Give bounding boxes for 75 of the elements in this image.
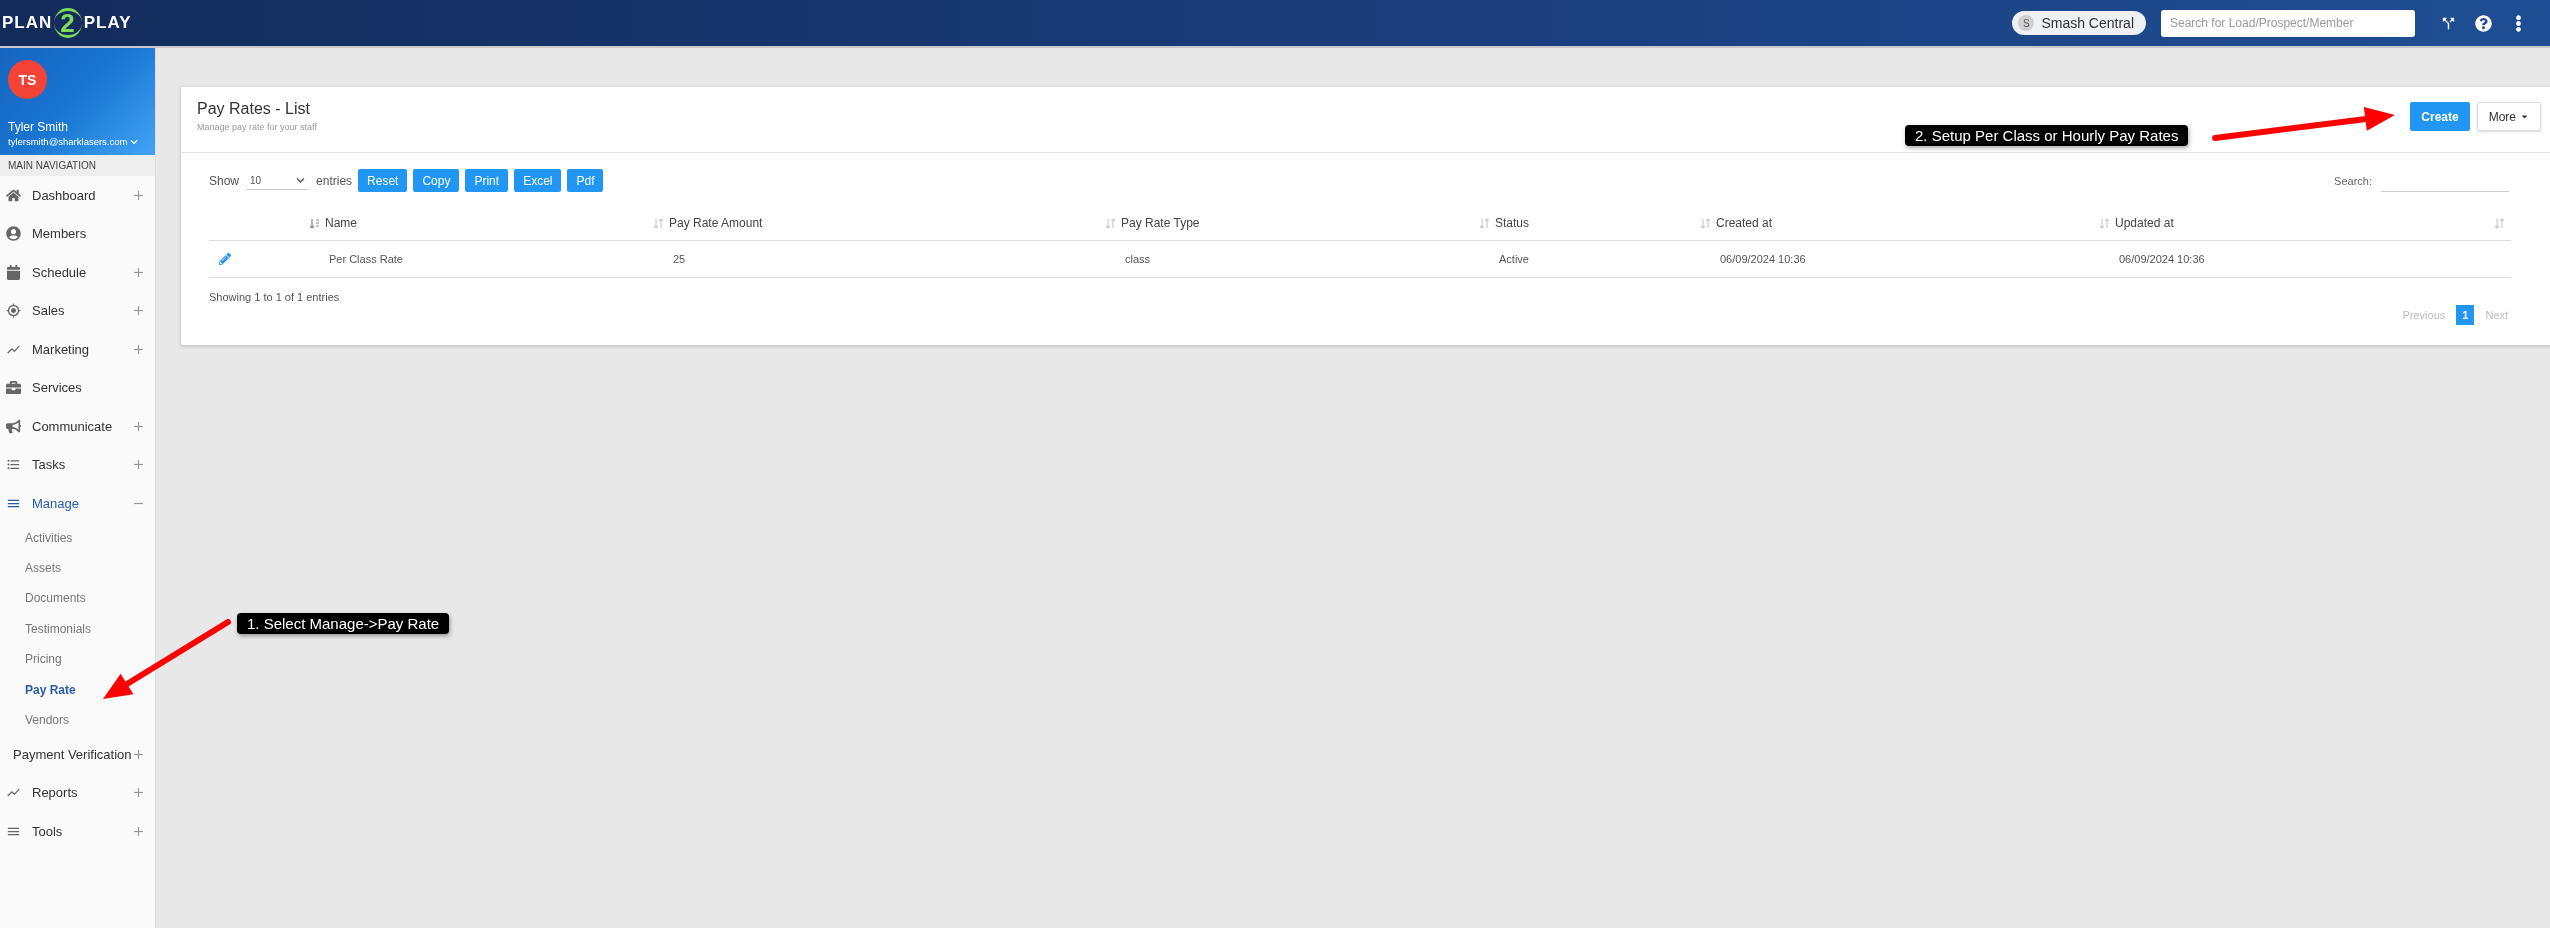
card-subtitle: Manage pay rate for your staff: [197, 122, 318, 132]
sidebar-item[interactable]: Tasks: [0, 445, 155, 484]
sidebar-item[interactable]: Sales: [0, 291, 155, 330]
entries-label: entries: [316, 173, 353, 188]
sidebar-item[interactable]: Dashboard: [0, 176, 155, 215]
dropdown-button[interactable]: More: [2476, 102, 2541, 131]
card-title: Pay Rates - List: [197, 100, 311, 118]
sort-icon[interactable]: [1105, 217, 1116, 229]
edit-icon[interactable]: [219, 253, 231, 265]
column-header[interactable]: Name: [309, 206, 653, 241]
sidebar-subitem[interactable]: Activities: [0, 522, 155, 553]
plus-icon[interactable]: [134, 788, 143, 798]
avatar: TS: [8, 60, 47, 99]
plus-icon[interactable]: [134, 306, 143, 316]
sidebar-item[interactable]: Tools: [0, 812, 155, 851]
plus-icon[interactable]: [134, 750, 143, 759]
user-email: tylersmith@sharklasers.com: [8, 136, 128, 147]
sidebar-subitem[interactable]: Pay Rate: [0, 674, 155, 705]
location-switcher[interactable]: S Smash Central: [2012, 11, 2146, 35]
entries-select[interactable]: 10: [246, 171, 310, 190]
sidebar-subitem[interactable]: Testimonials: [0, 613, 155, 645]
show-label: Show: [209, 173, 240, 188]
sidebar-subitem[interactable]: Assets: [0, 552, 155, 584]
nav-icon: [6, 226, 21, 242]
sidebar-item[interactable]: Services: [0, 368, 155, 407]
nav-icon: [6, 380, 21, 396]
table-cell: class: [1105, 241, 1479, 278]
plus-icon[interactable]: [134, 460, 143, 470]
callout-label: 1. Select Manage->Pay Rate: [237, 613, 450, 634]
table-info: Showing 1 to 1 of 1 entries: [209, 291, 341, 303]
search-label: Search:: [2334, 174, 2372, 187]
sidebar-item[interactable]: Reports: [0, 773, 155, 813]
sidebar-item[interactable]: Marketing: [0, 330, 155, 369]
sidebar-item[interactable]: Members: [0, 214, 155, 253]
sort-icon[interactable]: [2099, 217, 2110, 229]
sort-icon[interactable]: [1479, 217, 1490, 229]
nav-icon: [6, 418, 21, 434]
nav-icon: [6, 264, 21, 280]
help-icon[interactable]: [2475, 14, 2492, 32]
sort-icon[interactable]: [2494, 217, 2505, 229]
sidebar-item[interactable]: Payment Verification: [0, 735, 155, 774]
user-name: Tyler Smith: [8, 120, 69, 134]
plus-icon[interactable]: [134, 827, 143, 836]
table-cell: 06/09/2024 10:36: [2099, 241, 2491, 278]
sidebar-item[interactable]: Manage: [0, 484, 155, 523]
nav-icon: [6, 303, 21, 319]
column-header[interactable]: Pay Rate Type: [1105, 206, 1479, 241]
nav-icon: [6, 187, 21, 203]
sidebar-item[interactable]: Schedule: [0, 253, 155, 292]
table-cell: Active: [1479, 241, 1700, 278]
nav-heading: MAIN NAVIGATION: [0, 155, 155, 176]
search-field[interactable]: Search for Load/Prospect/Member: [2161, 9, 2415, 37]
callout-label: 2. Setup Per Class or Hourly Pay Rates: [1905, 125, 2189, 146]
chevron-down-icon[interactable]: [130, 137, 139, 146]
column-header[interactable]: Created at: [1700, 206, 2099, 241]
sidebar-item[interactable]: Communicate: [0, 407, 155, 446]
column-header[interactable]: Updated at: [2099, 206, 2491, 241]
sort-icon[interactable]: [309, 217, 320, 229]
plus-icon[interactable]: [134, 421, 143, 431]
caret-icon: [2520, 112, 2529, 121]
table-cell: 06/09/2024 10:36: [1700, 241, 2099, 278]
plus-icon[interactable]: [134, 267, 143, 277]
sidebar-subitem[interactable]: Vendors: [0, 704, 155, 736]
table-cell: Per Class Rate: [309, 241, 653, 278]
table-cell: 25: [653, 241, 1105, 278]
column-header[interactable]: Status: [1479, 206, 1700, 241]
sort-icon[interactable]: [1700, 217, 1711, 229]
sidebar-subitem[interactable]: Documents: [0, 583, 155, 614]
logo: PLAN 2 PLAY: [1, 8, 132, 38]
sort-icon[interactable]: [653, 217, 664, 229]
chevron-down-icon: [296, 175, 306, 185]
column-header[interactable]: Pay Rate Amount: [653, 206, 1105, 241]
plus-icon[interactable]: [134, 344, 143, 354]
plus-icon[interactable]: [134, 190, 143, 200]
sidebar-subitem[interactable]: Pricing: [0, 644, 155, 675]
